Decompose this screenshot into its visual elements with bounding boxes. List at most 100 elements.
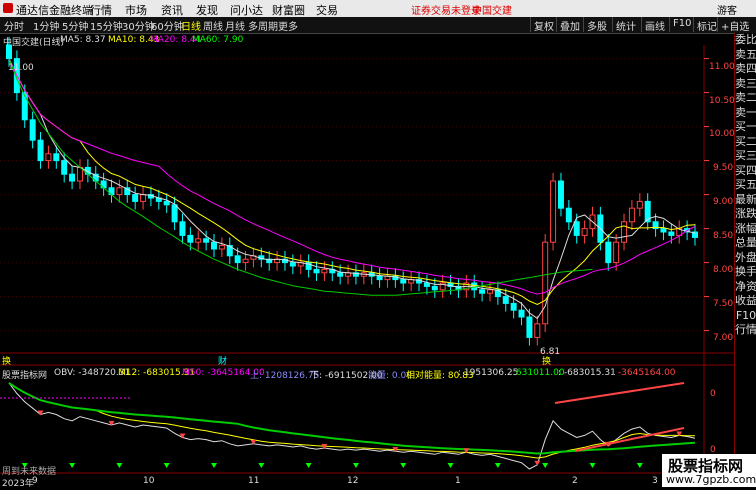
price-tick: 9.00 — [713, 197, 734, 207]
side-volume[interactable]: 总量 — [735, 236, 756, 251]
period-15min[interactable]: 15分钟 — [90, 18, 123, 33]
menu-wenxiaoda[interactable]: 问小达 — [230, 2, 263, 18]
guest-label[interactable]: 游客 — [717, 2, 737, 17]
candle-body — [242, 258, 249, 264]
candle-body — [140, 194, 147, 202]
candle-body — [660, 228, 667, 233]
candle-body — [179, 221, 186, 236]
event-marker-2[interactable]: 财 — [218, 354, 227, 367]
candle-body — [628, 207, 635, 223]
period-daily[interactable]: 日线 — [181, 18, 201, 33]
buy-arrow-icon — [116, 463, 123, 468]
side-latest[interactable]: 最新 — [735, 193, 756, 208]
period-more[interactable]: 更多 — [278, 18, 298, 33]
menu-hangqing[interactable]: 行情 — [90, 2, 112, 18]
period-5min[interactable]: 5分钟 — [62, 18, 88, 33]
indicator-name[interactable]: 股票指标网 — [2, 368, 47, 381]
period-monthly[interactable]: 月线 — [225, 18, 245, 33]
candle-body — [534, 323, 541, 338]
button-biaoji[interactable]: 标记 — [693, 17, 720, 33]
button-diejia[interactable]: 叠加 — [556, 17, 583, 33]
side-outer[interactable]: 外盘 — [735, 251, 756, 266]
buy-arrow-icon — [352, 463, 359, 468]
side-sell1[interactable]: 卖一 — [735, 106, 756, 121]
candle-body — [668, 231, 675, 236]
side-buy5[interactable]: 买五 — [735, 178, 756, 193]
period-multi[interactable]: 多周期 — [248, 18, 278, 33]
side-buy2[interactable]: 买二 — [735, 135, 756, 150]
button-huaxian[interactable]: 画线 — [641, 17, 668, 33]
buy-arrow-icon — [69, 463, 76, 468]
button-add-watchlist[interactable]: +自选 — [717, 17, 752, 33]
buy-arrow-icon — [400, 463, 407, 468]
quote-sidebar: 委比 卖五 卖四 卖三 卖二 卖一 买一 买二 买三 买四 买五 最新 涨跌 涨… — [734, 33, 756, 487]
period-60min[interactable]: 60分钟 — [151, 18, 184, 33]
candle-body — [69, 173, 76, 182]
menu-zixun[interactable]: 资讯 — [161, 2, 183, 18]
side-sell4[interactable]: 卖四 — [735, 62, 756, 77]
date-tick: 11 — [248, 476, 260, 486]
side-net-asset[interactable]: 净资 — [735, 280, 756, 295]
side-change-pct[interactable]: 涨幅 — [735, 222, 756, 237]
candle-body — [61, 160, 68, 175]
buy-arrow-icon — [636, 463, 643, 468]
period-weekly[interactable]: 周线 — [203, 18, 223, 33]
side-sell3[interactable]: 卖三 — [735, 77, 756, 92]
kline-chart-svg[interactable] — [0, 33, 734, 487]
candle-body — [53, 153, 60, 162]
period-30min[interactable]: 30分钟 — [122, 18, 155, 33]
candle-body — [29, 119, 36, 141]
chart-area[interactable]: 中国交建(日线) MA5: 8.37 MA10: 8.43 MA20: 8.44… — [0, 33, 735, 489]
candle-body — [116, 187, 123, 196]
date-tick: 9 — [32, 476, 38, 486]
period-fenshi[interactable]: 分时 — [4, 18, 24, 33]
side-earnings[interactable]: 收益 — [735, 294, 756, 309]
menu-jiaoyi[interactable]: 交易 — [316, 2, 338, 18]
menu-caifuquan[interactable]: 财富圈 — [272, 2, 305, 18]
candle-body — [203, 238, 210, 243]
candle-body — [337, 272, 344, 277]
button-f10[interactable]: F10 — [669, 17, 694, 32]
buy-arrow-icon — [589, 463, 596, 468]
period-1min[interactable]: 1分钟 — [33, 18, 59, 33]
side-quotes[interactable]: 行情 — [735, 323, 756, 338]
price-tick: 10.50 — [709, 96, 735, 106]
candle-body — [187, 234, 194, 243]
trade-login-status[interactable]: 证券交易未登录 — [411, 2, 481, 17]
candle-body — [565, 207, 572, 223]
price-tick: 8.00 — [713, 265, 734, 275]
side-change[interactable]: 涨跌 — [735, 207, 756, 222]
date-tick: 2023年 — [2, 479, 34, 489]
menu-faxian[interactable]: 发现 — [196, 2, 218, 18]
candlesticks[interactable] — [6, 36, 698, 346]
side-sell2[interactable]: 卖二 — [735, 91, 756, 106]
up-label: 上: 1208126.75 — [250, 371, 320, 381]
button-tongji[interactable]: 统计 — [612, 17, 639, 33]
date-tick: 2 — [572, 476, 578, 486]
button-duogu[interactable]: 多股 — [583, 17, 610, 33]
button-fuquan[interactable]: 复权 — [530, 17, 557, 33]
candle-body — [518, 309, 525, 318]
menu-shichang[interactable]: 市场 — [125, 2, 147, 18]
app-title: 通达信金融终端 — [16, 4, 93, 17]
red-trend-line — [554, 382, 685, 404]
side-buy4[interactable]: 买四 — [735, 164, 756, 179]
event-marker-1[interactable]: 换 — [2, 354, 11, 367]
candle-body — [431, 285, 438, 291]
event-marker-3[interactable]: 换 — [542, 354, 551, 367]
obv-line — [8, 382, 696, 470]
candle-body — [234, 255, 241, 264]
side-sell5[interactable]: 卖五 — [735, 48, 756, 63]
sell-arrow-icon — [534, 460, 541, 466]
candle-body — [542, 241, 549, 325]
ma20-line — [8, 58, 696, 295]
candle-body — [376, 275, 383, 281]
high-price-label: 11.00 — [8, 63, 34, 73]
side-buy1[interactable]: 买一 — [735, 120, 756, 135]
side-weibi[interactable]: 委比 — [735, 33, 756, 48]
side-buy3[interactable]: 买三 — [735, 149, 756, 164]
grid-lines — [0, 45, 734, 474]
chart-header: 中国交建(日线) — [3, 38, 65, 48]
side-f10[interactable]: F10 — [735, 309, 756, 324]
side-turnover[interactable]: 换手 — [735, 265, 756, 280]
